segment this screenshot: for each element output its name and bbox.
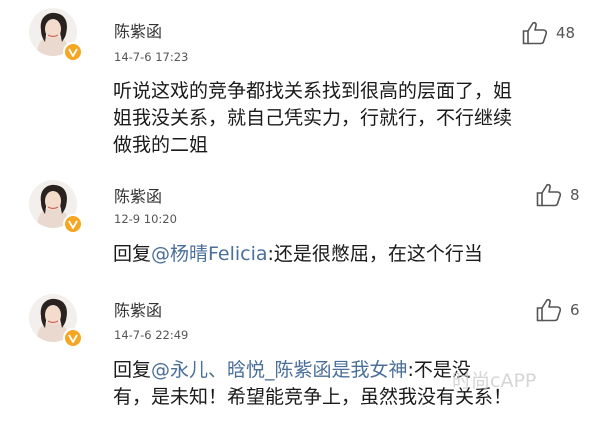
mention-link[interactable]: @杨晴Felicia [151, 243, 268, 265]
timestamp: 12-9 10:20 [114, 212, 177, 226]
verified-badge-icon [63, 42, 83, 62]
reply-prefix: 回复 [113, 243, 152, 265]
mention-link[interactable]: @永儿、晗悦_陈紫函是我女神 [151, 359, 408, 381]
verified-badge-icon [63, 328, 83, 348]
watermark: 时尚cAPP [452, 370, 537, 392]
thumbs-up-icon [536, 298, 562, 322]
comment-line: 姐我没关系，就自己凭实力，行就行，不行继续 [113, 107, 513, 129]
timestamp: 14-7-6 17:23 [114, 50, 189, 64]
like-count: 8 [570, 186, 580, 204]
comment-item: 陈紫函 14-7-6 17:23 48 听说这戏的竞争都找关系找到很高的层面了，… [0, 0, 600, 185]
comment-item: 陈紫函 14-7-6 22:49 6 回复@永儿、晗悦_陈紫函是我女神:不是没 … [0, 280, 600, 421]
username[interactable]: 陈紫函 [114, 183, 162, 207]
comment-item: 陈紫函 12-9 10:20 8 回复@杨晴Felicia:还是很憋屈，在这个行… [0, 166, 600, 286]
like-button[interactable]: 6 [536, 298, 580, 322]
comment-line: 做我的二姐 [113, 134, 209, 156]
comment-line: 听说这戏的竞争都找关系找到很高的层面了，姐 [113, 80, 513, 102]
comment-text: 回复@杨晴Felicia:还是很憋屈，在这个行当 [113, 241, 583, 268]
like-count: 48 [556, 24, 576, 42]
like-button[interactable]: 8 [536, 183, 580, 207]
like-count: 6 [570, 301, 580, 319]
reply-prefix: 回复 [113, 359, 152, 381]
avatar[interactable] [29, 294, 83, 348]
thumbs-up-icon [522, 21, 548, 45]
timestamp: 14-7-6 22:49 [114, 328, 189, 342]
verified-badge-icon [63, 214, 83, 234]
comment-text: 听说这戏的竞争都找关系找到很高的层面了，姐 姐我没关系，就自己凭实力，行就行，不… [113, 78, 583, 159]
avatar[interactable] [29, 8, 83, 62]
like-button[interactable]: 48 [522, 21, 575, 45]
avatar[interactable] [29, 180, 83, 234]
username[interactable]: 陈紫函 [114, 297, 162, 321]
thumbs-up-icon [536, 183, 562, 207]
reply-text: :还是很憋屈，在这个行当 [267, 243, 483, 265]
username[interactable]: 陈紫函 [114, 18, 162, 42]
